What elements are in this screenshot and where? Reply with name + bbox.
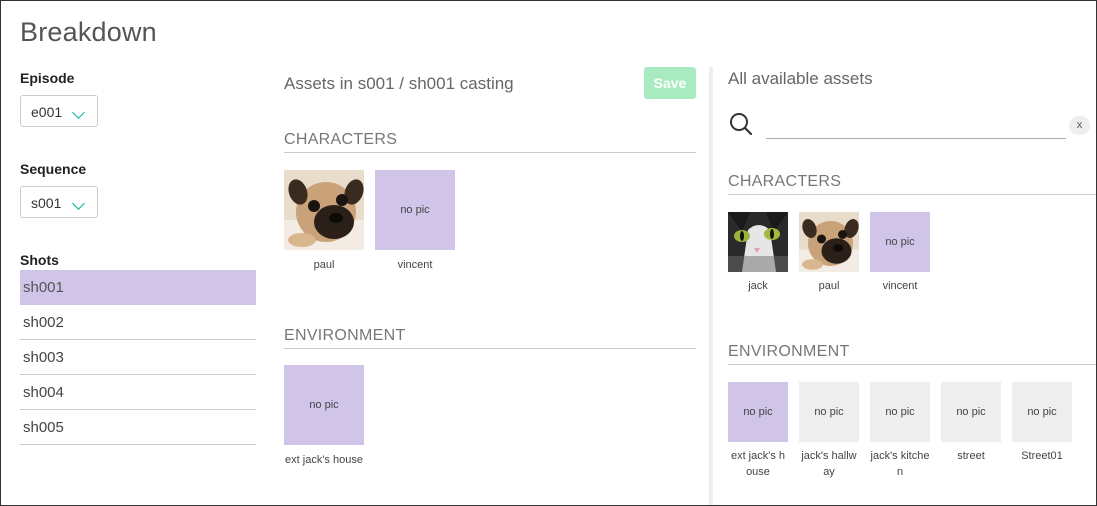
available-asset-jacks-kitchen[interactable]: no pic jack's kitchen [870,382,930,480]
shot-item-sh004[interactable]: sh004 [20,375,256,410]
asset-thumbnail: no pic [799,382,859,442]
available-environment-title: ENVIRONMENT [728,343,1096,365]
sequence-label: Sequence [20,161,87,177]
available-asset-paul[interactable]: paul [799,212,859,294]
shot-list: sh001 sh002 sh003 sh004 sh005 [20,270,256,445]
episode-label: Episode [20,70,75,86]
sequence-select[interactable]: s001 [20,186,98,218]
asset-thumbnail [799,212,859,272]
app-window: Breakdown Episode e001 Sequence s001 Sho… [0,0,1097,506]
available-asset-street[interactable]: no pic street [941,382,1001,464]
asset-name: vincent [397,259,433,271]
available-asset-vincent[interactable]: no pic vincent [870,212,930,294]
asset-name: jack's kitchen [870,450,930,478]
asset-thumbnail: no pic [870,382,930,442]
column-divider [709,67,713,505]
asset-thumbnail [284,170,364,250]
available-asset-ext-jacks-house[interactable]: no pic ext jack's house [728,382,788,480]
available-asset-jacks-hallway[interactable]: no pic jack's hallway [799,382,859,480]
asset-thumbnail: no pic [375,170,455,250]
asset-thumbnail: no pic [284,365,364,445]
asset-name: jack's hallway [801,450,857,478]
asset-name: vincent [882,280,918,292]
shot-item-sh003[interactable]: sh003 [20,340,256,375]
sequence-value: s001 [31,195,62,211]
chevron-down-icon [72,197,85,210]
asset-name: ext jack's house [285,454,363,466]
page-title: Breakdown [20,17,157,47]
asset-name: ext jack's house [730,450,786,478]
asset-name: street [957,450,985,462]
asset-thumbnail: no pic [728,382,788,442]
asset-name: jack [748,280,768,292]
asset-name: paul [818,280,840,292]
asset-thumbnail: no pic [1012,382,1072,442]
casting-environment-title: ENVIRONMENT [284,327,696,349]
casting-asset-vincent[interactable]: no pic vincent [375,170,455,273]
clear-search-button[interactable]: x [1069,116,1090,135]
shot-item-sh002[interactable]: sh002 [20,305,256,340]
shot-item-sh001[interactable]: sh001 [20,270,256,305]
search-input[interactable] [766,113,1066,139]
casting-title: Assets in s001 / sh001 casting [284,74,514,93]
casting-asset-paul[interactable]: paul [284,170,364,273]
shots-label: Shots [20,252,59,268]
asset-thumbnail: no pic [870,212,930,272]
save-button[interactable]: Save [644,67,696,99]
asset-thumbnail: no pic [941,382,1001,442]
asset-name: paul [313,259,335,271]
available-asset-jack[interactable]: jack [728,212,788,294]
casting-characters-title: CHARACTERS [284,131,696,153]
available-characters-title: CHARACTERS [728,173,1096,195]
episode-value: e001 [31,104,63,120]
search-icon [730,113,753,136]
available-assets-title: All available assets [728,69,873,88]
available-asset-street01[interactable]: no pic Street01 [1012,382,1072,464]
casting-asset-ext-jacks-house[interactable]: no pic ext jack's house [284,365,364,468]
episode-select[interactable]: e001 [20,95,98,127]
asset-thumbnail [728,212,788,272]
chevron-down-icon [72,106,85,119]
shot-item-sh005[interactable]: sh005 [20,410,256,445]
asset-name: Street01 [1021,450,1063,462]
